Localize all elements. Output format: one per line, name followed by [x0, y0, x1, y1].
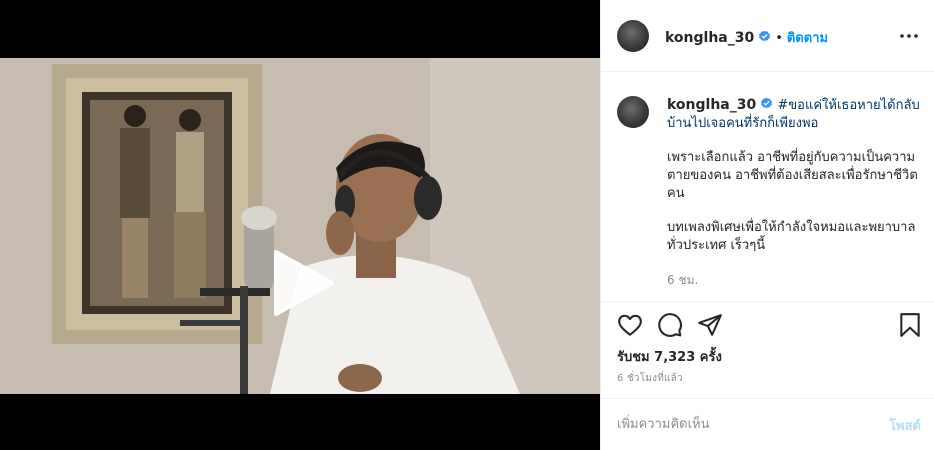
header-username[interactable]: konglha_30	[665, 30, 754, 46]
video-scene	[0, 58, 600, 394]
verified-badge-icon	[759, 30, 771, 42]
comment-bar: โพสต์	[601, 398, 934, 450]
like-button[interactable]	[617, 312, 643, 338]
video-player[interactable]	[0, 0, 600, 450]
bookmark-icon	[900, 313, 920, 337]
video-frame[interactable]	[0, 58, 600, 394]
save-button[interactable]	[897, 312, 923, 338]
share-icon	[698, 314, 722, 336]
comment-input[interactable]	[617, 413, 857, 435]
play-button[interactable]	[270, 248, 336, 318]
more-options-button[interactable]	[897, 24, 921, 48]
action-bar	[601, 302, 934, 350]
caption-username[interactable]: konglha_30	[667, 97, 756, 113]
post-sidebar: konglha_30 • ติดตาม konglha_30 #ขอแค่ให้เธ…	[600, 0, 934, 450]
views-count[interactable]: รับชม 7,323 ครั้ง	[617, 346, 722, 367]
heart-icon	[618, 314, 642, 336]
verified-badge-icon	[761, 97, 773, 109]
caption-area: konglha_30 #ขอแค่ให้เธอหายได้กลับบ้านไปเ…	[601, 72, 934, 302]
comment-icon	[658, 313, 682, 337]
header-user-line: konglha_30 • ติดตาม	[665, 27, 828, 48]
post-comment-button[interactable]: โพสต์	[889, 415, 921, 436]
posted-time[interactable]: 6 ชั่วโมงที่แล้ว	[617, 371, 683, 386]
play-icon	[274, 250, 334, 316]
share-button[interactable]	[697, 312, 723, 338]
caption-text: konglha_30 #ขอแค่ให้เธอหายได้กลับบ้านไปเ…	[667, 96, 925, 289]
follow-button[interactable]: ติดตาม	[787, 31, 828, 46]
post-header: konglha_30 • ติดตาม	[601, 0, 934, 72]
avatar[interactable]	[617, 20, 649, 52]
more-options-icon	[900, 34, 918, 38]
caption-time[interactable]: 6 ชม.	[667, 271, 925, 289]
comment-button[interactable]	[657, 312, 683, 338]
separator-dot: •	[775, 31, 783, 46]
caption-avatar[interactable]	[617, 96, 649, 128]
caption-paragraph-2: บทเพลงพิเศษเพื่อให้กำลังใจหมอและพยาบาลทั…	[667, 220, 916, 253]
caption-paragraph-1: เพราะเลือกแล้ว อาชีพที่อยู่กับความเป็นคว…	[667, 150, 918, 201]
